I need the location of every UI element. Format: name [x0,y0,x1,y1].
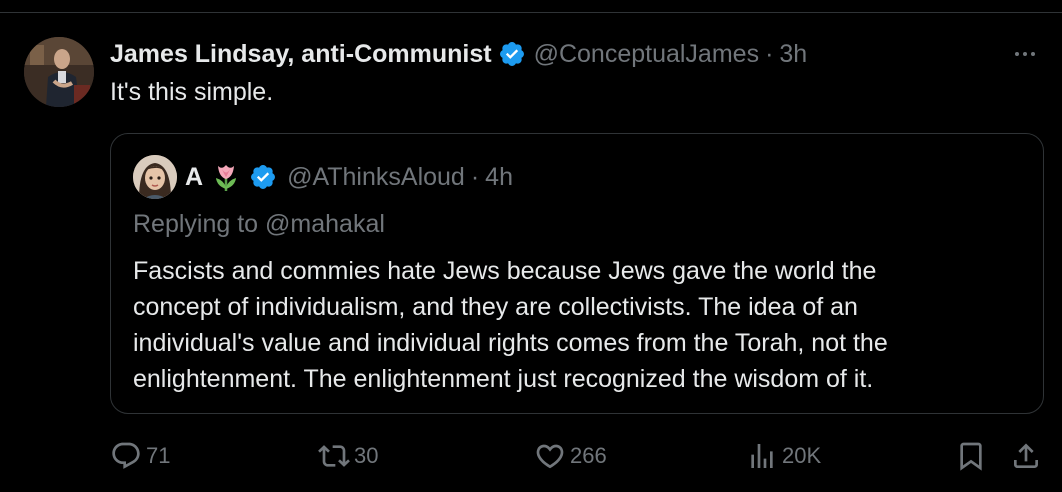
replying-to-mention[interactable]: @mahakal [265,210,385,238]
author-display-name[interactable]: James Lindsay, anti-Communist [110,40,492,69]
like-button[interactable]: 266 [534,436,607,476]
replying-prefix: Replying to [133,210,259,238]
heart-icon [534,440,566,472]
quoted-author-display-name[interactable]: A [185,163,203,192]
tweet-action-bar: 71 30 266 20K [0,436,1062,476]
quoted-author-handle[interactable]: @AThinksAloud [287,163,465,192]
separator-dot: · [470,162,480,191]
replying-to-line: Replying to @mahakal [133,210,385,239]
quoted-tweet-header: A @AThinksAloud · 4h [185,160,513,194]
quoted-tweet-line: individual's value and individual rights… [133,329,888,357]
like-count: 266 [570,443,607,468]
share-icon [1010,440,1042,472]
share-button[interactable] [1010,436,1042,476]
author-avatar[interactable] [24,37,94,107]
views-icon [746,440,778,472]
repost-button[interactable]: 30 [318,436,378,476]
tulip-emoji-icon [211,162,241,192]
quoted-author-avatar[interactable] [133,155,177,199]
reply-count: 71 [146,443,171,468]
quoted-tweet-line: Fascists and commies hate Jews because J… [133,257,877,285]
bookmark-button[interactable] [955,436,987,476]
repost-icon [318,440,350,472]
quoted-tweet-timestamp[interactable]: 4h [485,163,513,192]
views-count: 20K [782,443,822,468]
tweet-timestamp[interactable]: 3h [779,40,807,69]
verified-badge-icon[interactable] [249,163,277,191]
tweet-text: It's this simple. [110,78,274,106]
quoted-tweet-body: Fascists and commies hate Jews because J… [133,253,1023,397]
quoted-tweet-card[interactable]: A @AThinksAloud · 4h Replying to @mahaka… [110,133,1044,414]
top-divider [0,0,1062,13]
reply-button[interactable]: 71 [110,436,170,476]
more-icon[interactable] [1010,44,1040,64]
quoted-tweet-line: concept of individualism, and they are c… [133,293,858,321]
verified-badge-icon[interactable] [498,40,526,68]
views-button[interactable]: 20K [746,436,821,476]
author-handle[interactable]: @ConceptualJames [534,40,760,69]
repost-count: 30 [354,443,379,468]
reply-icon [110,440,142,472]
tweet-header: James Lindsay, anti-Communist @Conceptua… [110,38,807,70]
quoted-tweet-line: enlightenment. The enlightenment just re… [133,365,874,393]
separator-dot: · [765,39,774,68]
bookmark-icon [955,440,987,472]
